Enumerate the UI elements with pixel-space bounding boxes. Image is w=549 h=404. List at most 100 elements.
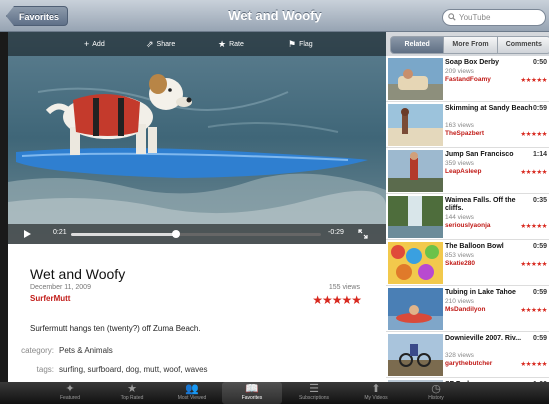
related-duration: 0:59 [532, 289, 547, 296]
related-author: TheSpazbert [445, 130, 485, 137]
fullscreen-icon[interactable] [358, 229, 368, 239]
related-rating-stars: ★★★★★ [520, 361, 547, 368]
related-duration: 1:14 [532, 151, 547, 158]
play-icon[interactable] [24, 230, 31, 238]
related-video-item[interactable]: Jump San Francisco 1:14 359 views LeapAslee… [386, 148, 549, 194]
share-label: Share [156, 41, 176, 48]
related-rating-stars: ★★★★★ [520, 307, 547, 314]
upload-date: December 11, 2009 [30, 284, 91, 291]
related-video-item[interactable]: Skimming at Sandy Beach 0:59 163 views TheS… [386, 102, 549, 148]
related-rating-stars: ★★★★★ [520, 131, 547, 138]
related-title: Tubing in Lake Tahoe [445, 289, 516, 296]
related-views: 853 views [445, 252, 474, 259]
elapsed-time: 0:21 [53, 229, 67, 236]
scrubber-bar[interactable] [71, 230, 321, 238]
video-player[interactable]: + Add ⇗ Share ★ Rate ⚑ Flag 0:21 -0:29 [8, 32, 386, 244]
related-author: LeapAsleep [445, 168, 482, 175]
related-rating-stars: ★★★★★ [520, 77, 547, 84]
related-duration: 0:59 [532, 335, 547, 342]
related-author: MsDandilyon [445, 306, 486, 313]
star-icon: ★ [218, 39, 227, 49]
related-duration: 0:35 [532, 197, 547, 204]
video-thumbnail [388, 334, 443, 376]
share-button[interactable]: ⇗ Share [146, 38, 175, 50]
arrow-icon: ⬆ [371, 383, 381, 395]
segment-more-from[interactable]: More From [443, 36, 498, 54]
tab-favorites[interactable]: 📖 Favorites [222, 382, 282, 404]
favorites-back-button[interactable]: Favorites [6, 6, 69, 26]
related-duration: 0:59 [532, 243, 547, 250]
tab-label: History [428, 395, 444, 401]
tab-history[interactable]: ◷ History [406, 382, 466, 404]
rating-stars: ★★★★★ [312, 293, 362, 307]
scrubber-knob[interactable] [172, 230, 180, 238]
related-author: seriouslyaonja [445, 222, 491, 229]
tab-label: Subscriptions [298, 395, 329, 401]
related-author: FastandFoamy [445, 76, 491, 83]
page-title: Wet and Woofy [228, 8, 322, 23]
tab-subscriptions[interactable]: ☰ Subscriptions [284, 382, 344, 404]
tab-most-viewed[interactable]: 👥 Most Viewed [162, 382, 222, 404]
author-link[interactable]: SurferMutt [30, 294, 70, 303]
video-thumbnail [388, 58, 443, 100]
related-title: Skimming at Sandy Beach [445, 105, 533, 112]
related-title: Soap Box Derby [445, 59, 500, 66]
related-views: 359 views [445, 160, 474, 167]
search-placeholder: YouTube [459, 13, 491, 22]
rate-button[interactable]: ★ Rate [218, 38, 244, 50]
add-button[interactable]: + Add [84, 38, 105, 50]
related-video-item[interactable]: The Balloon Bowl 0:59 853 views Skatie280 ★★… [386, 240, 549, 286]
video-thumbnail [388, 288, 443, 330]
video-description: Surfermutt hangs ten (twenty?) off Zuma … [30, 324, 201, 333]
video-thumbnail [388, 242, 443, 284]
video-info-panel: Wet and Woofy December 11, 2009 SurferMu… [8, 244, 386, 382]
scrubber-progress [71, 233, 176, 236]
related-video-item[interactable]: Tubing in Lake Tahoe 0:59 210 views MsDandi… [386, 286, 549, 332]
tab-top-rated[interactable]: ★ Top Rated [102, 382, 162, 404]
video-thumbnail [388, 150, 443, 192]
list-icon: ☰ [309, 383, 319, 395]
related-author: garythebutcher [445, 360, 493, 367]
related-video-item[interactable]: Downieville 2007. Riv... 0:59 328 views gar… [386, 332, 549, 378]
tags-row: tags: surfing, surfboard, dog, mutt, woof… [8, 365, 208, 374]
category-label: category: [21, 346, 54, 355]
category-row: category: Pets & Animals [8, 346, 113, 355]
tags-label: tags: [36, 365, 54, 374]
tab-label: Top Rated [120, 395, 144, 401]
flag-button[interactable]: ⚑ Flag [288, 38, 313, 50]
related-title: Jump San Francisco [445, 151, 514, 158]
playback-controls: 0:21 -0:29 [8, 224, 386, 244]
related-duration: 0:59 [532, 105, 547, 112]
related-rating-stars: ★★★★★ [520, 169, 547, 176]
plus-icon: + [84, 39, 90, 49]
related-video-item[interactable]: Waimea Falls. Off the cliffs. 0:35 144 vie… [386, 194, 549, 240]
tab-label: Most Viewed [177, 395, 207, 401]
tab-label: Favorites [241, 395, 263, 401]
book-icon: 📖 [245, 383, 259, 395]
related-list: Soap Box Derby 0:50 209 views FastandFoamy ★… [386, 56, 549, 382]
category-value[interactable]: Pets & Animals [59, 346, 113, 355]
star-icon: ★ [127, 383, 137, 395]
related-views: 210 views [445, 298, 474, 305]
navigation-bar: Favorites Wet and Woofy YouTube [0, 0, 549, 32]
video-thumbnail [388, 104, 443, 146]
related-title: Downieville 2007. Riv... [445, 335, 522, 342]
related-title: Waimea Falls. Off the cliffs. [445, 197, 516, 212]
related-author: Skatie280 [445, 260, 475, 267]
tab-my-videos[interactable]: ⬆ My Videos [346, 382, 406, 404]
share-icon: ⇗ [146, 39, 154, 49]
tab-featured[interactable]: ✦ Featured [40, 382, 100, 404]
related-panel: Related More From Comments Soap Box Derb… [386, 32, 549, 382]
clock-icon: ◷ [431, 383, 441, 395]
search-input[interactable]: YouTube [442, 9, 546, 26]
related-views: 328 views [445, 352, 474, 359]
featured-icon: ✦ [65, 383, 75, 395]
related-title: The Balloon Bowl [445, 243, 504, 250]
video-toolbar: + Add ⇗ Share ★ Rate ⚑ Flag [8, 32, 386, 56]
view-count: 155 views [328, 284, 360, 291]
related-duration: 0:50 [532, 59, 547, 66]
related-rating-stars: ★★★★★ [520, 223, 547, 230]
segment-comments[interactable]: Comments [496, 36, 549, 54]
segment-related[interactable]: Related [390, 36, 445, 54]
related-video-item[interactable]: Soap Box Derby 0:50 209 views FastandFoamy ★… [386, 56, 549, 102]
